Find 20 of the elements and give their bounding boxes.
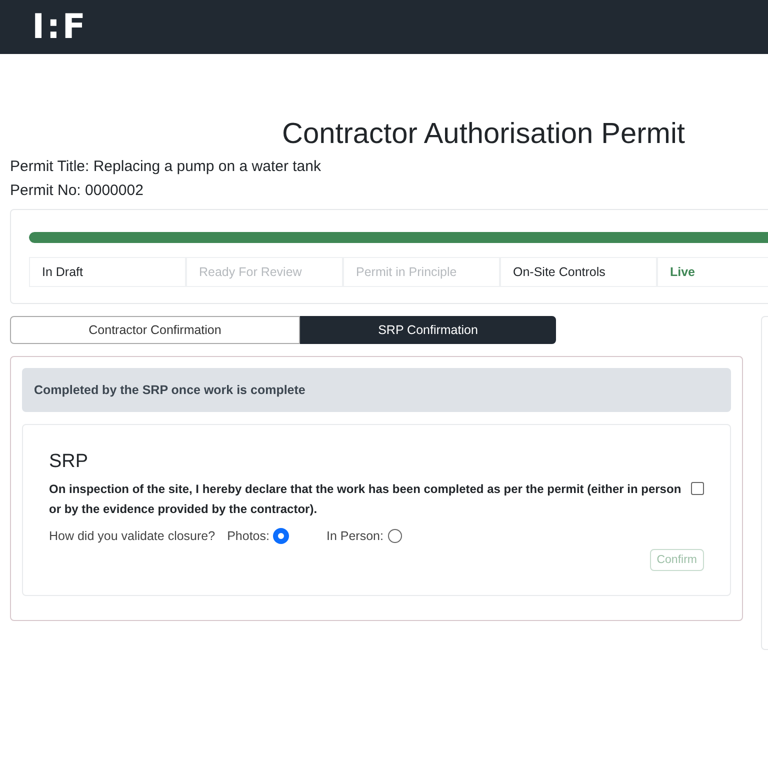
status-step: Live bbox=[657, 257, 768, 287]
section-heading: SRP bbox=[49, 451, 90, 473]
option-label: In Person: bbox=[326, 529, 384, 543]
question-label: How did you validate closure? bbox=[49, 529, 216, 543]
status-step: Permit in Principle bbox=[343, 257, 500, 287]
option-label: Photos: bbox=[227, 529, 270, 543]
tab[interactable]: SRP Confirmation bbox=[300, 316, 556, 344]
permit-title: Permit Title: Replacing a pump on a water tank bbox=[10, 157, 322, 177]
notice-banner: Completed by the SRP once work is complete bbox=[22, 368, 731, 412]
logo[interactable]: I:F bbox=[32, 7, 88, 47]
status-step: On-Site Controls bbox=[500, 257, 657, 287]
radio-button[interactable] bbox=[274, 529, 288, 543]
status-step: In Draft bbox=[29, 257, 186, 287]
tab[interactable]: Contractor Confirmation bbox=[10, 316, 300, 344]
radio-button[interactable] bbox=[388, 529, 402, 543]
permit-number: Permit No: 0000002 bbox=[10, 181, 144, 201]
declaration-text: On inspection of the site, I hereby declare that the work has been completed as per the permit (either in person or by the evidence provided by the contractor). bbox=[49, 481, 682, 518]
page-title: Contractor Authorisation Permit bbox=[282, 118, 686, 151]
declaration-checkbox[interactable] bbox=[691, 482, 704, 495]
status-step: Ready For Review bbox=[186, 257, 343, 287]
